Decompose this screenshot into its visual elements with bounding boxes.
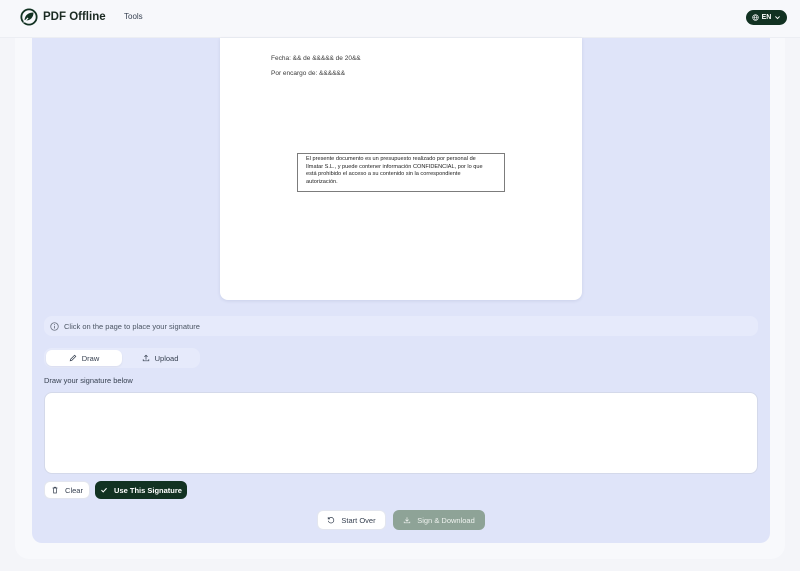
trash-icon [52,486,58,494]
info-icon [50,321,59,331]
use-signature-label: Use This Signature [114,485,182,495]
upload-icon [142,354,149,362]
start-over-button[interactable]: Start Over [317,510,386,530]
globe-icon [751,14,759,21]
encargo-line: Por encargo de: &&&&&& [271,70,346,77]
logo[interactable]: PDF Offline [20,8,106,26]
notice-line: Ilmatar S.L., y puede contener informaci… [306,163,483,170]
tab-upload-label: Upload [154,353,179,363]
tab-draw-label: Draw [81,353,100,363]
signature-mode-tabs: Draw Upload [44,348,200,368]
draw-signature-prompt: Draw your signature below [44,376,133,385]
clear-label: Clear [65,485,83,495]
pdf-page-preview[interactable]: Fecha: && de &&&&& de 20&& Por encargo d… [220,38,582,300]
hint-text: Click on the page to place your signatur… [64,321,200,331]
nav-tools-link[interactable]: Tools [124,12,143,21]
app-name: PDF Offline [43,11,106,23]
notice-line: autorización. [306,179,338,186]
language-selector[interactable]: EN [746,10,787,25]
confidential-notice: El presente documento es un presupuesto … [297,153,505,192]
download-icon [404,517,411,524]
notice-line: El presente documento es un presupuesto … [306,156,476,162]
rotate-ccw-icon [328,517,335,524]
language-label: EN [761,14,772,21]
fecha-line: Fecha: && de &&&&& de 20&& [271,55,361,62]
start-over-label: Start Over [341,515,376,525]
placement-hint: Click on the page to place your signatur… [44,316,758,336]
use-signature-button[interactable]: Use This Signature [95,481,187,499]
sign-download-label: Sign & Download [417,515,475,525]
chevron-down-icon [775,16,781,20]
top-bar: PDF Offline Tools EN [0,0,800,38]
notice-line: está prohibido el acceso a su contenido … [306,171,461,178]
tab-upload[interactable]: Upload [122,350,198,366]
check-icon [101,487,107,493]
clear-button[interactable]: Clear [44,481,90,499]
pencil-icon [69,354,77,362]
leaf-logo-icon [20,8,38,26]
sign-download-button[interactable]: Sign & Download [393,510,485,530]
tab-draw[interactable]: Draw [46,350,122,366]
signature-canvas[interactable] [44,392,758,474]
